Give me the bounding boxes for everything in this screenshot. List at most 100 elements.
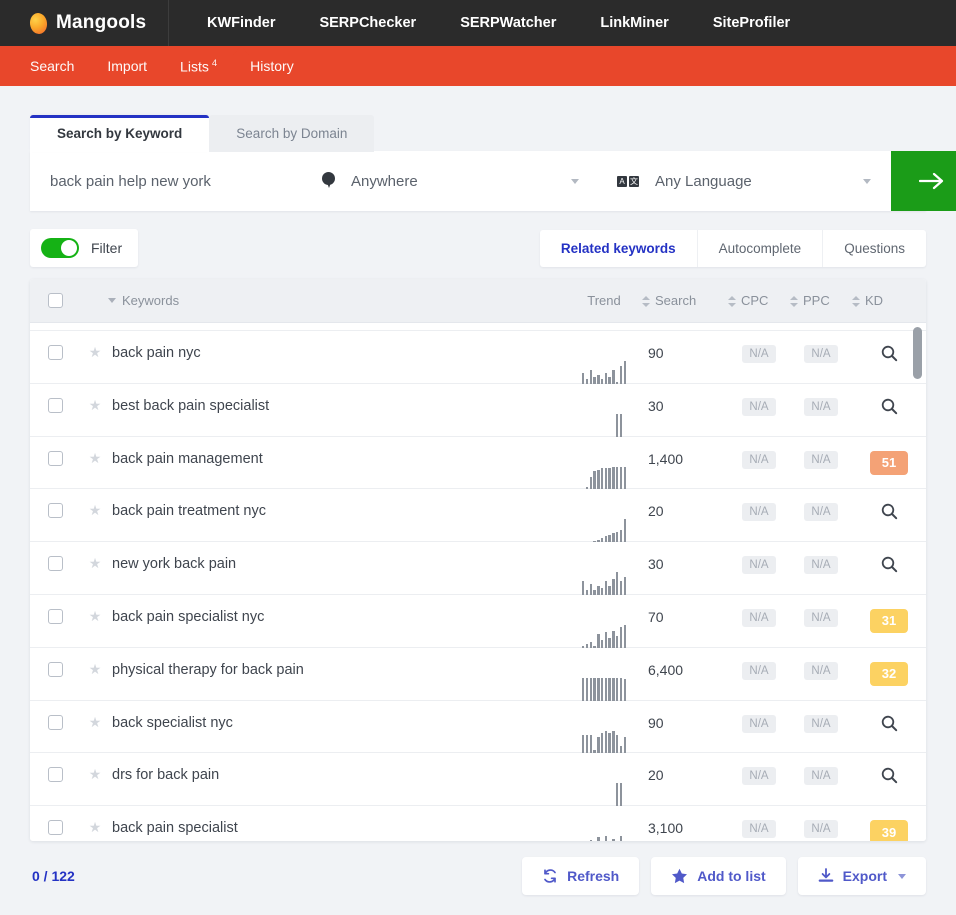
ppc-cell: N/A (790, 608, 852, 627)
search-volume-cell: 30 (648, 556, 664, 573)
column-header-trend: Trend (566, 293, 642, 308)
footer-actions: Refresh Add to list Export (522, 857, 926, 895)
language-dropdown[interactable]: A文 Any Language (599, 151, 891, 211)
table-row[interactable]: ★ back specialist nyc 90 N/A N/A (30, 700, 926, 761)
cpc-value: N/A (742, 450, 776, 469)
table-row[interactable]: ★ back pain specialist nyc 70 N/A N/A 31 (30, 594, 926, 655)
kd-lookup-button[interactable] (881, 503, 898, 525)
table-row[interactable]: ★ best back pain specialist 30 N/A N/A (30, 383, 926, 444)
keyword-cell[interactable]: back pain treatment nyc (110, 503, 566, 519)
tab-search-by-keyword[interactable]: Search by Keyword (30, 115, 210, 152)
keyword-input[interactable] (30, 151, 304, 211)
row-checkbox[interactable] (47, 714, 63, 730)
mangools-logo[interactable]: Mangools (0, 11, 160, 35)
sub-nav-lists[interactable]: Lists 4 (180, 58, 217, 75)
filter-control[interactable]: Filter (30, 229, 139, 267)
scrollbar-thumb[interactable] (913, 327, 922, 379)
table-row[interactable]: ★ new york back pain 30 N/A N/A (30, 542, 926, 603)
star-icon[interactable]: ★ (89, 767, 102, 781)
column-header-kd[interactable]: KD (852, 293, 926, 308)
keyword-cell[interactable]: best back pain specialist (110, 398, 566, 414)
row-checkbox[interactable] (47, 661, 63, 677)
table-row[interactable]: ★ drs for back pain 20 N/A N/A (30, 753, 926, 814)
table-row[interactable]: ★ back pain management 1,400 N/A N/A 51 (30, 436, 926, 497)
row-checkbox[interactable] (47, 345, 63, 360)
filter-toggle[interactable] (41, 238, 79, 258)
search-submit-button[interactable] (891, 151, 956, 211)
column-header-ppc[interactable]: PPC (790, 293, 852, 308)
ppc-cell: N/A (790, 397, 852, 416)
result-tab-related-keywords[interactable]: Related keywords (540, 230, 697, 267)
search-volume-cell: 90 (648, 345, 664, 361)
row-checkbox[interactable] (47, 397, 63, 413)
keyword-cell[interactable]: physical therapy for back pain (110, 662, 566, 678)
star-icon[interactable]: ★ (89, 398, 102, 412)
select-all-checkbox[interactable] (47, 293, 63, 308)
table-row[interactable]: ★ back pain treatment nyc 20 N/A N/A (30, 489, 926, 550)
column-header-search[interactable]: Search (642, 293, 728, 308)
sub-nav-import[interactable]: Import (107, 58, 147, 74)
app-nav-serpchecker[interactable]: SERPChecker (297, 0, 438, 46)
keyword-cell[interactable]: back pain specialist nyc (110, 609, 566, 625)
star-icon[interactable]: ★ (89, 451, 102, 465)
row-checkbox[interactable] (47, 450, 63, 466)
app-nav-linkminer[interactable]: LinkMiner (578, 0, 690, 46)
kd-lookup-button[interactable] (881, 398, 898, 420)
add-to-list-button[interactable]: Add to list (651, 857, 786, 895)
star-icon[interactable]: ★ (89, 556, 102, 570)
search-volume-cell: 90 (648, 714, 664, 731)
ppc-value: N/A (804, 556, 838, 575)
refresh-button[interactable]: Refresh (522, 857, 640, 895)
cpc-cell: N/A (728, 661, 790, 680)
star-icon[interactable]: ★ (89, 662, 102, 676)
table-row[interactable]: ★ back pain nyc 90 N/A N/A (30, 331, 926, 391)
row-checkbox-cell (30, 767, 80, 783)
keyword-cell[interactable]: back specialist nyc (110, 715, 566, 731)
row-checkbox[interactable] (47, 556, 63, 572)
keyword-cell[interactable]: back pain specialist (110, 820, 566, 836)
table-row[interactable]: ★ back pain specialist 3,100 N/A N/A 39 (30, 806, 926, 841)
result-tab-autocomplete[interactable]: Autocomplete (696, 229, 823, 267)
kd-lookup-button[interactable] (881, 715, 898, 737)
sub-nav-search[interactable]: Search (30, 58, 74, 74)
cpc-value: N/A (742, 714, 776, 733)
keyword-cell[interactable]: new york back pain (110, 556, 566, 572)
result-tab-questions[interactable]: Questions (822, 229, 926, 267)
keyword-cell[interactable]: back pain nyc (110, 345, 566, 361)
location-dropdown[interactable]: Anywhere (304, 151, 599, 211)
star-icon[interactable]: ★ (89, 345, 102, 359)
column-header-cpc[interactable]: CPC (728, 293, 790, 308)
star-icon[interactable]: ★ (89, 609, 102, 623)
chevron-down-icon (898, 873, 906, 879)
export-button[interactable]: Export (797, 857, 926, 895)
tab-search-by-domain[interactable]: Search by Domain (209, 115, 375, 152)
table-row[interactable]: ★ physical therapy for back pain 6,400 N/A N… (30, 647, 926, 708)
ppc-value: N/A (804, 397, 838, 416)
row-checkbox[interactable] (47, 608, 63, 624)
keyword-cell[interactable]: back pain management (110, 451, 566, 467)
star-icon[interactable]: ★ (89, 820, 102, 834)
sub-nav-history[interactable]: History (250, 58, 294, 74)
row-checkbox[interactable] (47, 503, 63, 519)
kd-lookup-button[interactable] (881, 345, 898, 367)
table-scrollbar[interactable] (913, 327, 923, 837)
sub-nav: Search Import Lists 4 History (0, 46, 956, 86)
language-value: Any Language (655, 172, 752, 190)
star-icon[interactable]: ★ (89, 503, 102, 517)
row-checkbox-cell (30, 503, 80, 519)
selection-counter: 0 / 122 (32, 868, 75, 884)
sub-nav-history-label: History (250, 58, 294, 74)
row-checkbox[interactable] (47, 767, 63, 783)
kd-lookup-button[interactable] (881, 767, 898, 789)
filter-and-result-tabs-row: Filter Related keywords Autocomplete Que… (30, 229, 926, 267)
search-volume-cell: 1,400 (648, 450, 684, 467)
keyword-cell[interactable]: drs for back pain (110, 767, 566, 783)
star-icon[interactable]: ★ (89, 715, 102, 729)
app-nav-kwfinder[interactable]: KWFinder (185, 0, 297, 55)
row-checkbox[interactable] (47, 820, 63, 836)
app-nav-serpwatcher[interactable]: SERPWatcher (438, 0, 578, 46)
app-nav-siteprofiler[interactable]: SiteProfiler (691, 0, 812, 46)
kd-lookup-button[interactable] (881, 556, 898, 578)
column-header-keywords[interactable]: Keywords (80, 293, 566, 308)
cpc-cell: N/A (728, 714, 790, 733)
